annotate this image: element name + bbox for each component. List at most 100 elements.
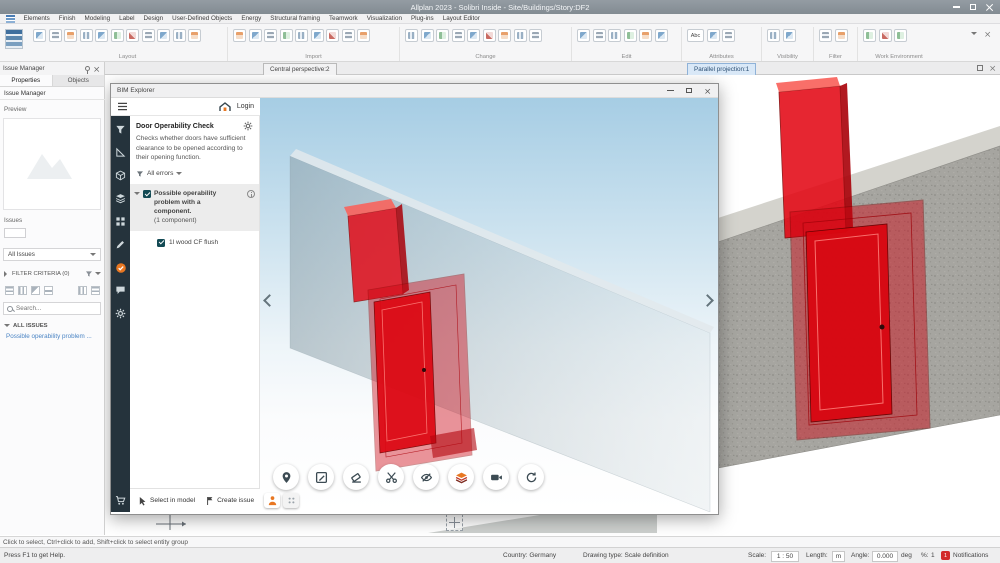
ribbon-tool-icon[interactable]: [467, 29, 480, 42]
search-input[interactable]: [16, 305, 88, 312]
camera-button[interactable]: [483, 464, 509, 490]
menu-item-elements[interactable]: Elements: [19, 15, 54, 22]
ribbon-tool-icon[interactable]: [767, 29, 780, 42]
percent-value[interactable]: 1: [931, 552, 935, 559]
ribbon-tool-icon[interactable]: [624, 29, 637, 42]
angle-value[interactable]: 0.000: [872, 551, 898, 562]
ribbon-tool-icon[interactable]: [142, 29, 155, 42]
palette-icon[interactable]: [5, 29, 23, 49]
solibri-home-icon[interactable]: [218, 101, 232, 113]
ribbon-tool-icon[interactable]: [819, 29, 832, 42]
restore-viewport-icon[interactable]: [977, 65, 983, 71]
ribbon-tool-icon[interactable]: [835, 29, 848, 42]
check-settings-gear-icon[interactable]: [243, 121, 253, 131]
bim-3d-viewport[interactable]: [260, 98, 718, 512]
ribbon-tool-icon[interactable]: [126, 29, 139, 42]
maximize-icon[interactable]: [686, 88, 692, 94]
all-issues-dropdown[interactable]: All Issues: [3, 248, 101, 261]
ribbon-tool-icon[interactable]: [498, 29, 511, 42]
ribbon-tool-icon[interactable]: [280, 29, 293, 42]
minimize-icon[interactable]: [953, 6, 960, 7]
ribbon-tool-icon[interactable]: [514, 29, 527, 42]
ribbon-close-icon[interactable]: [985, 31, 991, 37]
sort-icon[interactable]: [31, 286, 40, 295]
close-icon[interactable]: [986, 3, 994, 11]
issues-section-label[interactable]: Issues: [0, 214, 105, 226]
chevron-down-icon[interactable]: [134, 192, 140, 198]
issues-count-box[interactable]: [4, 228, 26, 238]
checking-icon-active[interactable]: [114, 261, 127, 274]
maximize-icon[interactable]: [970, 4, 976, 10]
tab-parallel-projection[interactable]: Parallel projection:1: [687, 63, 756, 75]
menu-item-label[interactable]: Label: [115, 15, 139, 22]
ribbon-tool-icon[interactable]: [33, 29, 46, 42]
ribbon-tool-icon[interactable]: [707, 29, 720, 42]
ribbon-tool-icon[interactable]: [80, 29, 93, 42]
menu-item-user-defined-objects[interactable]: User-Defined Objects: [168, 15, 237, 22]
ribbon-tool-icon[interactable]: [593, 29, 606, 42]
spellcheck-abc-icon[interactable]: Abc: [687, 29, 704, 42]
info-icon[interactable]: [247, 190, 255, 198]
ribbon-tool-icon[interactable]: [452, 29, 465, 42]
settings-gear-icon[interactable]: [114, 307, 127, 320]
pin-icon[interactable]: [85, 66, 90, 71]
ribbon-tool-icon[interactable]: [111, 29, 124, 42]
create-issue-button[interactable]: Create issue: [206, 496, 254, 506]
measure-icon[interactable]: [114, 146, 127, 159]
menu-item-teamwork[interactable]: Teamwork: [325, 15, 363, 22]
country-status[interactable]: Country: Germany: [503, 552, 556, 559]
ribbon-tool-icon[interactable]: [483, 29, 496, 42]
login-button[interactable]: Login: [237, 103, 254, 110]
menu-item-finish[interactable]: Finish: [54, 15, 80, 22]
ribbon-tool-icon[interactable]: [342, 29, 355, 42]
ribbon-tool-icon[interactable]: [233, 29, 246, 42]
markup-pencil-icon[interactable]: [114, 238, 127, 251]
location-pin-button[interactable]: [273, 464, 299, 490]
eraser-button[interactable]: [343, 464, 369, 490]
menu-item-design[interactable]: Design: [139, 15, 168, 22]
ribbon-tool-icon[interactable]: [577, 29, 590, 42]
ribbon-tool-icon[interactable]: [608, 29, 621, 42]
red-door-leaf[interactable]: [806, 224, 892, 422]
more-options-icon[interactable]: [91, 286, 100, 295]
viewport-move-handle[interactable]: [446, 514, 463, 531]
select-in-model-button[interactable]: Select in model: [139, 496, 195, 506]
ribbon-tool-icon[interactable]: [863, 29, 876, 42]
components-icon[interactable]: [114, 169, 127, 182]
grid-icon[interactable]: [114, 215, 127, 228]
close-icon[interactable]: [705, 88, 711, 94]
ribbon-tool-icon[interactable]: [879, 29, 892, 42]
errors-filter-dropdown[interactable]: All errors: [130, 163, 259, 182]
menu-item-plugins[interactable]: Plug-ins: [406, 15, 438, 22]
ribbon-tool-icon[interactable]: [357, 29, 370, 42]
cart-icon[interactable]: [114, 494, 127, 507]
component-checkbox-checked[interactable]: [157, 239, 165, 247]
ribbon-tool-icon[interactable]: [529, 29, 542, 42]
ribbon-tool-icon[interactable]: [295, 29, 308, 42]
issue-row-selected[interactable]: Possible operability problem with a comp…: [130, 184, 259, 231]
ribbon-tool-icon[interactable]: [95, 29, 108, 42]
issue-link[interactable]: Possible operability problem ...: [6, 333, 102, 340]
ribbon-tool-icon[interactable]: [421, 29, 434, 42]
markup-button[interactable]: [308, 464, 334, 490]
menu-item-structural-framing[interactable]: Structural framing: [266, 15, 325, 22]
layers-button[interactable]: [448, 464, 474, 490]
hamburger-menu-icon[interactable]: [117, 102, 128, 111]
ribbon-tool-icon[interactable]: [188, 29, 201, 42]
ribbon-tool-icon[interactable]: [264, 29, 277, 42]
ribbon-tool-icon[interactable]: [894, 29, 907, 42]
presenter-button-active[interactable]: [264, 493, 280, 508]
length-value[interactable]: m: [832, 551, 845, 562]
issue-manager-dock-caption[interactable]: Issue Manager: [0, 62, 105, 75]
all-issues-group-header[interactable]: ALL ISSUES: [0, 320, 105, 331]
menu-item-modeling[interactable]: Modeling: [80, 15, 115, 22]
minimize-icon[interactable]: [667, 90, 674, 91]
ribbon-tool-icon[interactable]: [49, 29, 62, 42]
tab-central-perspective[interactable]: Central perspective:2: [263, 63, 337, 75]
ribbon-tool-icon[interactable]: [249, 29, 262, 42]
tab-objects[interactable]: Objects: [53, 75, 106, 86]
ribbon-tool-icon[interactable]: [405, 29, 418, 42]
issue-checkbox-checked[interactable]: [143, 190, 151, 198]
ribbon-collapse-icon[interactable]: [971, 32, 977, 38]
tab-properties[interactable]: Properties: [0, 75, 53, 86]
